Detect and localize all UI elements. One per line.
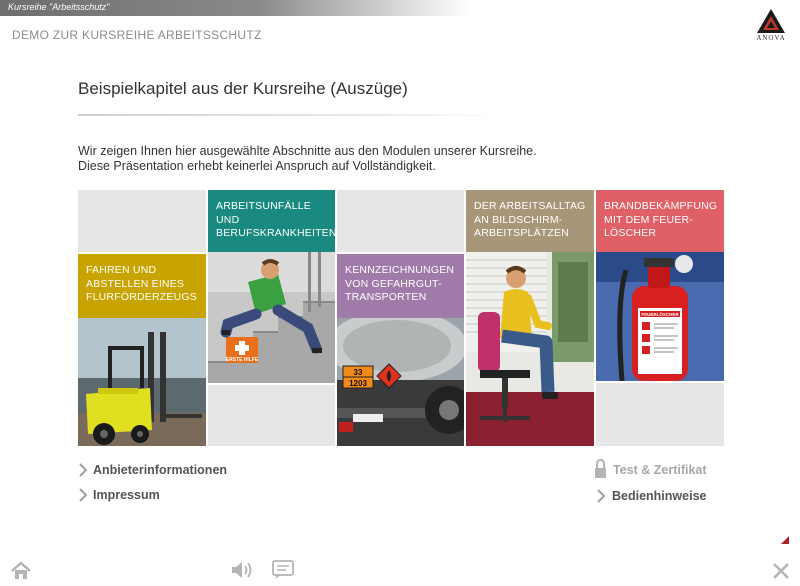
grid-empty-cell [208,385,335,446]
imprint-link[interactable]: Impressum [78,488,178,504]
chevron-right-icon [79,463,88,477]
hazard-number-bottom: 1203 [349,379,367,388]
fire-extinguisher-image: FEUERLÖSCHER [596,252,724,381]
provider-info-link[interactable]: Anbieterinformationen [78,463,238,479]
tile-label: KENNZEICHNUNGEN VON GEFAHRGUT-TRANSPORTE… [337,254,464,318]
logo-icon [757,9,785,33]
tile-gefahrgut[interactable]: KENNZEICHNUNGEN VON GEFAHRGUT-TRANSPORTE… [337,254,464,446]
chapter-grid: FAHREN UND ABSTELLEN EINES FLURFÖRDERZEU… [78,190,724,446]
first-aid-label: ERSTE HILFE [226,357,259,363]
tile-arbeitsunfaelle[interactable]: ARBEITSUNFÄLLE UND BERUFSKRANKHEITEN ERS… [208,190,336,383]
forklift-image [78,318,206,446]
grid-empty-cell [596,383,724,446]
corner-marker [781,536,789,544]
tile-bildschirmarbeitsplaetze[interactable]: DER ARBEITSALLTAG AN BILDSCHIRM-ARBEITSP… [466,190,594,446]
close-icon[interactable] [772,562,790,580]
page-title: Beispielkapitel aus der Kursreihe (Auszü… [78,79,408,98]
intro-text: Wir zeigen Ihnen hier ausgewählte Abschn… [78,144,537,174]
tile-brandbekaempfung[interactable]: BRANDBEKÄMPFUNG MIT DEM FEUER-LÖSCHER FE… [596,190,724,381]
test-certificate-label: Test & Zertifikat [613,463,707,477]
chevron-right-icon [597,489,606,503]
speaker-icon[interactable] [230,561,254,579]
anova-logo: ANOVA [754,6,788,44]
help-label: Bedienhinweise [612,489,707,503]
intro-line-2: Diese Präsentation erhebt keinerlei Ansp… [78,159,436,173]
intro-line-1: Wir zeigen Ihnen hier ausgewählte Abschn… [78,144,537,158]
lock-icon [595,459,606,478]
test-certificate-link[interactable]: Test & Zertifikat [594,459,714,479]
course-title: Kursreihe "Arbeitsschutz" [8,2,110,12]
notes-icon[interactable] [272,560,296,580]
extinguisher-label: FEUERLÖSCHER [641,311,679,317]
tile-flurfoerderzeug[interactable]: FAHREN UND ABSTELLEN EINES FLURFÖRDERZEU… [78,254,206,446]
tile-label: FAHREN UND ABSTELLEN EINES FLURFÖRDERZEU… [78,254,206,318]
grid-empty-cell [78,190,206,252]
tile-label: DER ARBEITSALLTAG AN BILDSCHIRM-ARBEITSP… [466,190,594,252]
chevron-right-icon [79,488,88,502]
title-divider [78,114,498,116]
grid-empty-cell [337,190,464,252]
provider-info-label: Anbieterinformationen [93,463,228,477]
logo-text: ANOVA [756,34,786,42]
office-worker-image [466,252,594,446]
demo-subtitle: DEMO ZUR KURSREIHE ARBEITSSCHUTZ [12,28,262,42]
help-link[interactable]: Bedienhinweise [596,489,716,505]
hazard-number-top: 33 [354,368,363,377]
imprint-label: Impressum [93,488,160,502]
stair-fall-image: ERSTE HILFE [208,252,335,383]
tank-truck-image: 33 1203 [337,318,464,446]
tile-label: BRANDBEKÄMPFUNG MIT DEM FEUER-LÖSCHER [596,190,724,252]
tile-label: ARBEITSUNFÄLLE UND BERUFSKRANKHEITEN [208,190,336,252]
course-title-bar: Kursreihe "Arbeitsschutz" [0,0,470,16]
home-icon[interactable] [10,561,32,580]
